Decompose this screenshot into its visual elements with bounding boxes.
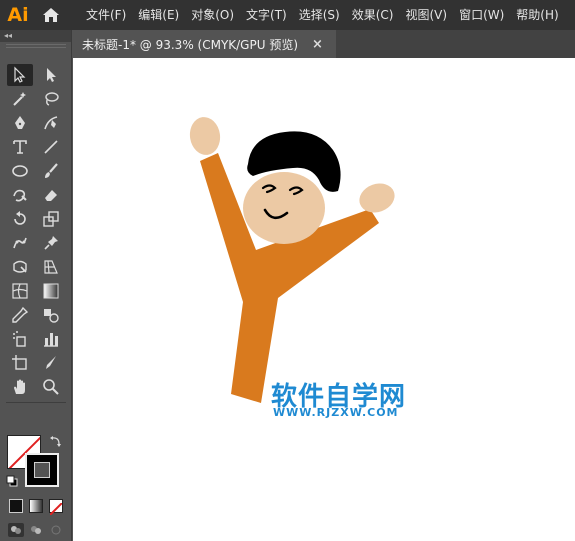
magic-wand-icon (13, 92, 26, 106)
eyedropper-tool[interactable] (7, 304, 33, 326)
left-hand (189, 117, 221, 155)
column-graph-icon (44, 333, 58, 347)
magnifier-icon (43, 379, 59, 395)
tools-panel-header: ◂◂ (0, 30, 71, 42)
menu-type[interactable]: 文字(T) (240, 0, 293, 30)
perspective-grid-icon (44, 260, 58, 274)
blend-icon (44, 309, 59, 323)
gradient-mode-button[interactable] (29, 499, 43, 513)
stroke-swatch[interactable] (25, 453, 59, 487)
tools-panel: ◂◂ (0, 30, 72, 541)
zoom-tool[interactable] (38, 376, 64, 398)
selection-arrow-icon (14, 66, 26, 83)
ellipse-tool[interactable] (7, 160, 33, 182)
menu-view[interactable]: 视图(V) (399, 0, 453, 30)
face (243, 172, 325, 244)
close-tab-icon[interactable]: × (312, 37, 323, 52)
draw-behind-icon (31, 526, 41, 534)
artwork (189, 117, 395, 403)
symbol-sprayer-tool[interactable] (7, 328, 33, 350)
artboard-tool[interactable] (7, 352, 33, 374)
type-tool[interactable] (7, 136, 33, 158)
draw-inside-icon (51, 525, 61, 535)
mesh-tool[interactable] (7, 280, 33, 302)
artboard-icon (12, 355, 27, 370)
watermark-url: WWW.RJZXW.COM (273, 406, 399, 419)
menu-object[interactable]: 对象(O) (185, 0, 240, 30)
draw-normal-icon (11, 526, 21, 534)
ellipse-icon (12, 165, 28, 177)
column-graph-tool[interactable] (38, 328, 64, 350)
slice-knife-icon (46, 356, 56, 369)
free-transform-icon (13, 260, 27, 273)
menu-items: 文件(F) 编辑(E) 对象(O) 文字(T) 选择(S) 效果(C) 视图(V… (80, 0, 565, 30)
pen-tool[interactable] (7, 112, 33, 134)
eyedropper-icon (12, 306, 29, 323)
paintbrush-tool[interactable] (38, 160, 64, 182)
collapse-panel-icon[interactable]: ◂◂ (4, 32, 12, 40)
none-mode-icon (49, 502, 63, 516)
shaper-tool[interactable] (7, 184, 33, 206)
artboard-canvas[interactable]: 软件自学网 WWW.RJZXW.COM (73, 58, 575, 541)
symbol-sprayer-icon (13, 331, 26, 347)
line-segment-icon (44, 140, 58, 154)
right-hand (359, 183, 395, 213)
stroke-swatch-hole (34, 462, 50, 478)
pen-nib-icon (15, 116, 25, 129)
scale-tool[interactable] (38, 208, 64, 230)
panel-grip[interactable] (6, 44, 66, 48)
gradient-icon (43, 283, 59, 299)
draw-inside-button[interactable] (48, 523, 64, 537)
scale-icon (43, 211, 59, 227)
selection-tool[interactable] (7, 64, 33, 86)
none-mode-button[interactable] (49, 499, 63, 516)
menu-effect[interactable]: 效果(C) (346, 0, 400, 30)
pin-tool[interactable] (38, 232, 64, 254)
lasso-icon (45, 92, 59, 106)
toolbar-divider (6, 402, 66, 403)
curvature-tool[interactable] (38, 112, 64, 134)
menu-window[interactable]: 窗口(W) (453, 0, 510, 30)
rotate-tool[interactable] (7, 208, 33, 230)
eraser-icon (45, 190, 57, 201)
document-tab[interactable]: 未标题-1* @ 93.3% (CMYK/GPU 预览) × (72, 30, 336, 58)
free-transform-tool[interactable] (7, 256, 33, 278)
menu-edit[interactable]: 编辑(E) (132, 0, 185, 30)
draw-normal-button[interactable] (8, 523, 24, 537)
puppet-warp-icon (13, 237, 27, 249)
illustrator-window: Ai 文件(F) 编辑(E) 对象(O) 文字(T) 选择(S) 效果(C) 视… (0, 0, 575, 541)
hand-tool[interactable] (7, 376, 33, 398)
line-segment-tool[interactable] (38, 136, 64, 158)
eraser-tool[interactable] (38, 184, 64, 206)
curvature-pen-icon (44, 116, 58, 130)
direct-selection-arrow-icon (47, 68, 56, 82)
type-t-icon (13, 140, 27, 154)
swap-fill-stroke-icon[interactable] (49, 434, 63, 448)
app-logo: Ai (7, 4, 29, 26)
document-tab-bar: 未标题-1* @ 93.3% (CMYK/GPU 预览) × (72, 30, 575, 58)
paintbrush-icon (45, 163, 58, 178)
mesh-icon (12, 283, 28, 299)
menu-help[interactable]: 帮助(H) (510, 0, 564, 30)
gradient-tool[interactable] (38, 280, 64, 302)
direct-selection-tool[interactable] (38, 64, 64, 86)
shaper-icon (13, 189, 27, 202)
home-icon[interactable] (36, 0, 66, 30)
puppet-warp-tool[interactable] (7, 232, 33, 254)
blend-tool[interactable] (38, 304, 64, 326)
magic-wand-tool[interactable] (7, 88, 33, 110)
document-tab-title: 未标题-1* @ 93.3% (CMYK/GPU 预览) (82, 37, 299, 52)
rotate-icon (14, 211, 26, 225)
pin-icon (44, 236, 58, 250)
draw-behind-button[interactable] (28, 523, 44, 537)
hand-icon (14, 379, 25, 394)
perspective-grid-tool[interactable] (38, 256, 64, 278)
menu-bar: Ai 文件(F) 编辑(E) 对象(O) 文字(T) 选择(S) 效果(C) 视… (0, 0, 575, 30)
slice-tool[interactable] (38, 352, 64, 374)
color-mode-button[interactable] (9, 499, 23, 513)
default-colors-icon[interactable] (6, 475, 18, 487)
menu-file[interactable]: 文件(F) (80, 0, 132, 30)
menu-select[interactable]: 选择(S) (293, 0, 346, 30)
lasso-tool[interactable] (38, 88, 64, 110)
